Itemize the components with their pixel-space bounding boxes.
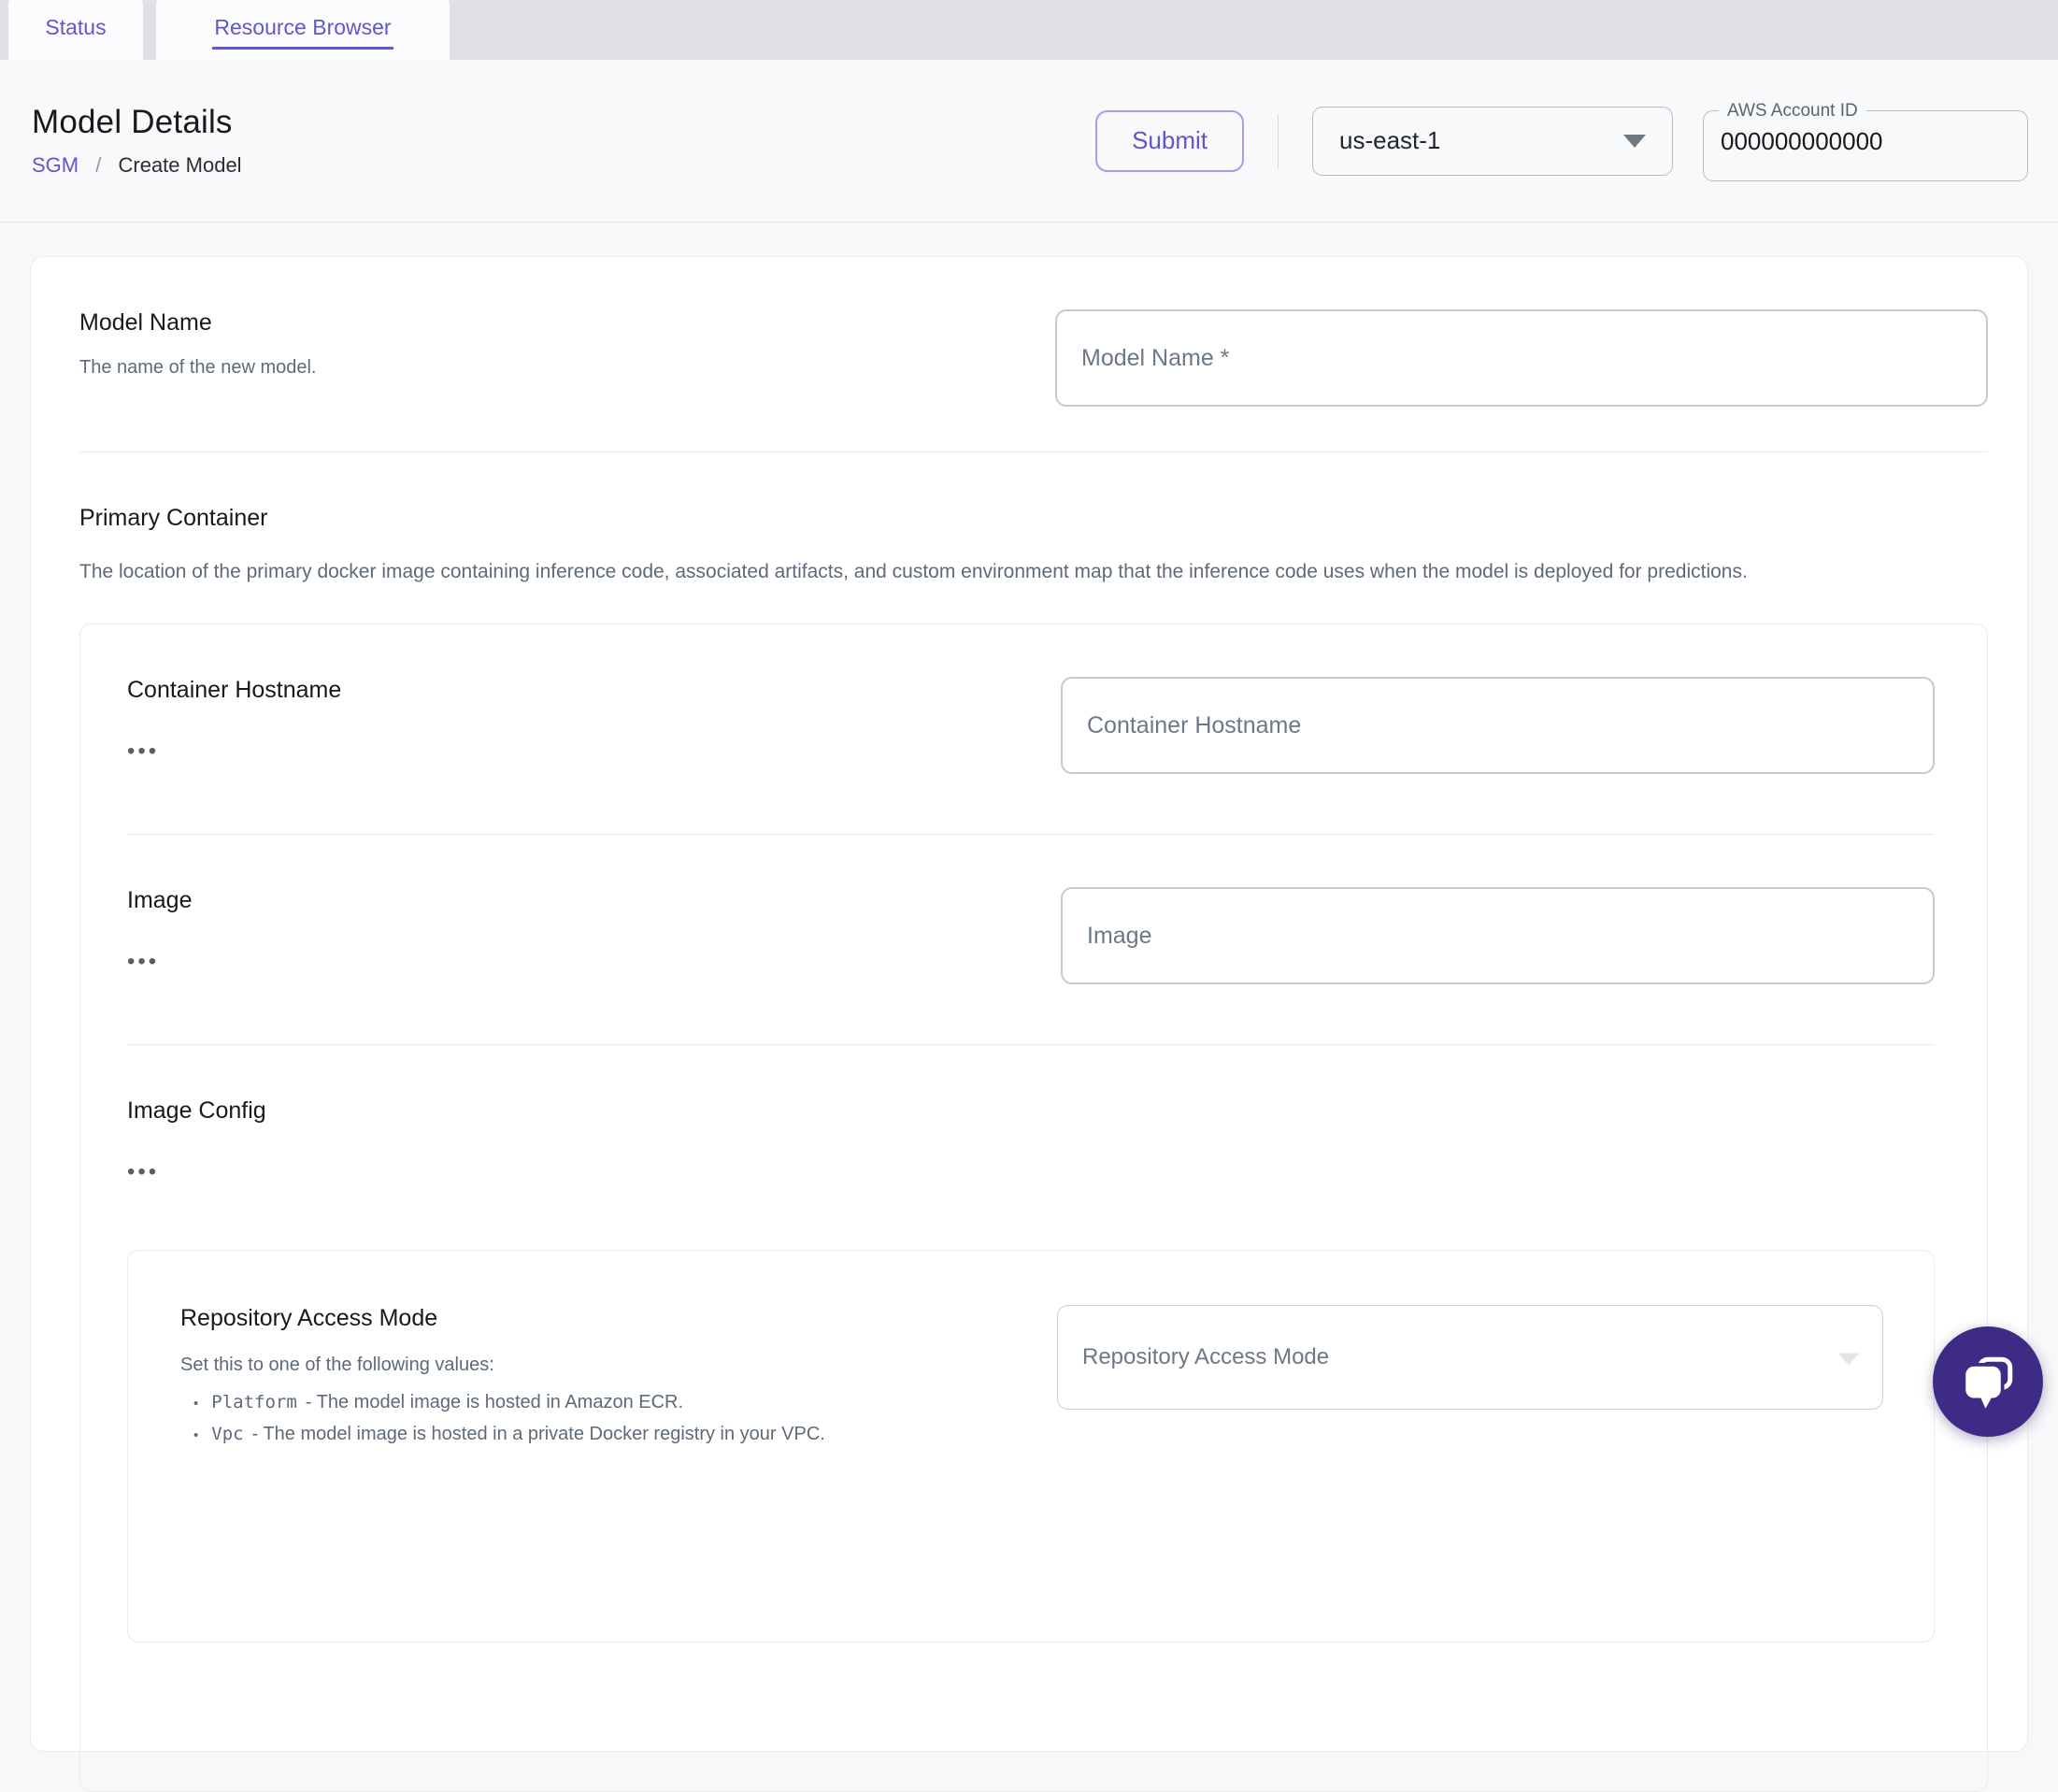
image-config-label: Image Config <box>127 1097 266 1124</box>
image-label: Image <box>127 887 193 913</box>
repository-access-mode-input[interactable] <box>1057 1305 1883 1410</box>
container-hostname-input[interactable] <box>1061 677 1935 774</box>
model-name-input[interactable] <box>1055 309 1988 407</box>
page-header: Model Details SGM / Create Model Submit … <box>0 60 2058 222</box>
ellipsis-expander-icon[interactable]: ••• <box>127 951 995 973</box>
bullet-icon: • <box>193 1427 199 1443</box>
option-code: Vpc <box>211 1424 244 1444</box>
repository-access-mode-info: Repository Access Mode Set this to one o… <box>180 1305 1057 1451</box>
breadcrumb-parent-link[interactable]: SGM <box>32 153 79 177</box>
chat-bubble-icon <box>1962 1356 2013 1409</box>
primary-container-heading: Primary Container <box>79 505 268 531</box>
tab-status[interactable]: Status <box>8 0 143 60</box>
breadcrumb-current: Create Model <box>118 153 242 177</box>
tab-status-label: Status <box>45 14 107 39</box>
model-details-card: Model Name The name of the new model. Pr… <box>30 256 2028 1792</box>
submit-button[interactable]: Submit <box>1095 109 1244 172</box>
header-divider <box>1278 113 1279 168</box>
divider <box>127 1044 1935 1045</box>
container-hostname-label: Container Hostname <box>127 677 342 703</box>
image-info: Image ••• <box>127 887 1061 973</box>
repository-access-mode-intro: Set this to one of the following values: <box>180 1355 494 1375</box>
primary-container-card: Container Hostname ••• Image ••• <box>79 624 1988 1792</box>
tab-bar: Status Resource Browser <box>0 0 2058 60</box>
chevron-down-icon <box>1623 134 1646 148</box>
aws-account-id-value[interactable]: 000000000000 <box>1704 122 2027 156</box>
image-row: Image ••• <box>127 887 1935 984</box>
image-config-row: Image Config ••• <box>127 1097 1935 1183</box>
ellipsis-expander-icon[interactable]: ••• <box>127 740 995 763</box>
divider <box>127 834 1935 835</box>
option-description: - The model image is hosted in Amazon EC… <box>305 1392 684 1412</box>
image-config-info: Image Config ••• <box>127 1097 1935 1183</box>
repository-access-mode-row: Repository Access Mode Set this to one o… <box>180 1305 1883 1451</box>
aws-account-id-field[interactable]: AWS Account ID 000000000000 <box>1703 100 2028 181</box>
repository-access-mode-options-help: • Platform - The model image is hosted i… <box>180 1387 992 1451</box>
breadcrumb: SGM / Create Model <box>32 153 242 178</box>
aws-account-id-label: AWS Account ID <box>1727 100 1858 121</box>
region-select[interactable]: us-east-1 <box>1312 106 1673 176</box>
list-item: • Vpc - The model image is hosted in a p… <box>180 1419 992 1451</box>
repository-access-mode-control <box>1057 1305 1883 1410</box>
breadcrumb-separator: / <box>95 153 102 177</box>
main-content: Model Name The name of the new model. Pr… <box>0 222 2058 1792</box>
container-hostname-row: Container Hostname ••• <box>127 677 1935 774</box>
region-select-value: us-east-1 <box>1339 126 1441 154</box>
ellipsis-expander-icon[interactable]: ••• <box>127 1161 1869 1183</box>
option-description: - The model image is hosted in a private… <box>251 1424 825 1444</box>
model-name-info: Model Name The name of the new model. <box>79 309 1055 379</box>
tab-resource-browser-label: Resource Browser <box>212 11 393 50</box>
option-code: Platform <box>211 1392 297 1412</box>
container-hostname-control <box>1061 677 1935 774</box>
page-title: Model Details <box>32 104 233 140</box>
image-control <box>1061 887 1935 984</box>
repository-access-mode-select[interactable] <box>1057 1305 1883 1410</box>
image-input[interactable] <box>1061 887 1935 984</box>
container-hostname-info: Container Hostname ••• <box>127 677 1061 763</box>
header-controls: Submit us-east-1 AWS Account ID 00000000… <box>1095 100 2028 181</box>
image-config-card: Repository Access Mode Set this to one o… <box>127 1250 1935 1642</box>
primary-container-description: The location of the primary docker image… <box>79 561 1748 582</box>
repository-access-mode-label: Repository Access Mode <box>180 1305 438 1331</box>
model-name-row: Model Name The name of the new model. <box>79 309 1988 407</box>
tab-resource-browser[interactable]: Resource Browser <box>156 0 450 60</box>
list-item: • Platform - The model image is hosted i… <box>180 1387 992 1419</box>
bullet-icon: • <box>193 1396 199 1412</box>
model-name-control <box>1055 309 1988 407</box>
chat-launcher-button[interactable] <box>1933 1326 2043 1437</box>
header-title-block: Model Details SGM / Create Model <box>30 104 242 178</box>
chevron-down-icon <box>1838 1353 1859 1366</box>
model-name-description: The name of the new model. <box>79 357 317 378</box>
model-name-label: Model Name <box>79 309 212 336</box>
